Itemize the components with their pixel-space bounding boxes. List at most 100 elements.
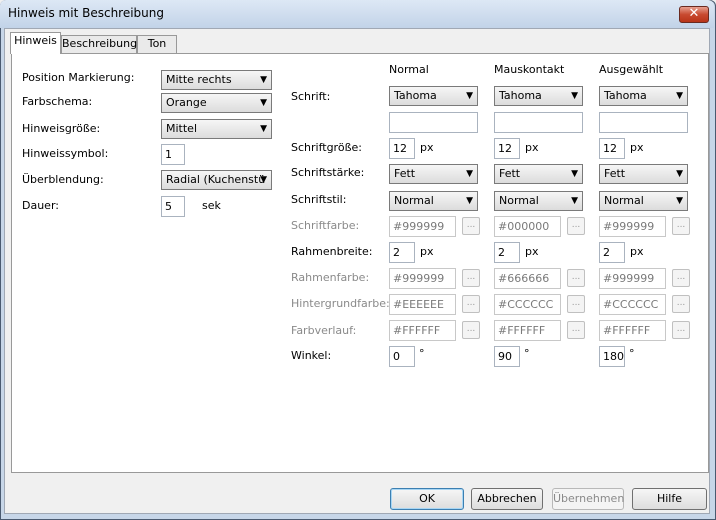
font-size-label: Schriftgröße: <box>291 141 362 154</box>
font-size-input-selected[interactable]: 12 <box>599 138 625 159</box>
gradient-input-selected[interactable]: #FFFFFF <box>599 320 666 341</box>
gradient-picker-button-selected[interactable]: ... <box>672 321 690 339</box>
angle-unit: ° <box>524 347 530 360</box>
font-style-select-selected[interactable]: Normal ▼ <box>599 191 688 211</box>
font-extra-input-hover[interactable] <box>494 112 583 133</box>
border-width-unit: px <box>630 245 644 258</box>
border-width-label: Rahmenbreite: <box>291 245 373 258</box>
font-size-input-normal[interactable]: 12 <box>389 138 415 159</box>
gradient-input-normal[interactable]: #FFFFFF <box>389 320 456 341</box>
background-color-input-hover[interactable]: #CCCCCC <box>494 294 561 315</box>
duration-input[interactable]: 5 <box>161 196 185 217</box>
tab-ton[interactable]: Ton <box>137 35 177 53</box>
position-select[interactable]: Mitte rechts ▼ <box>161 70 272 90</box>
size-value: Mittel <box>166 122 197 135</box>
cancel-button[interactable]: Abbrechen <box>471 488 543 510</box>
symbol-input[interactable]: 1 <box>161 144 185 165</box>
font-value: Tahoma <box>394 89 437 102</box>
font-style-value: Normal <box>499 194 539 207</box>
font-color-picker-button-normal[interactable]: ... <box>462 217 480 235</box>
transition-label: Überblendung: <box>22 173 104 186</box>
border-color-input-selected[interactable]: #999999 <box>599 268 666 289</box>
ok-button[interactable]: OK <box>390 488 464 510</box>
font-color-label: Schriftfarbe: <box>291 219 360 232</box>
font-size-unit: px <box>420 141 434 154</box>
tab-label: Beschreibung <box>62 37 138 50</box>
column-header-normal: Normal <box>389 63 429 76</box>
font-style-select-normal[interactable]: Normal ▼ <box>389 191 478 211</box>
border-width-unit: px <box>525 245 539 258</box>
border-width-input-hover[interactable]: 2 <box>494 242 520 263</box>
close-button[interactable]: ✕ <box>679 6 709 23</box>
font-extra-input-selected[interactable] <box>599 112 688 133</box>
font-color-input-hover[interactable]: #000000 <box>494 216 561 237</box>
chevron-down-icon: ▼ <box>571 169 578 179</box>
chevron-down-icon: ▼ <box>260 98 267 108</box>
font-style-label: Schriftstil: <box>291 193 347 206</box>
border-color-label: Rahmenfarbe: <box>291 271 370 284</box>
font-select-hover[interactable]: Tahoma ▼ <box>494 86 583 106</box>
font-size-unit: px <box>630 141 644 154</box>
background-color-picker-button-hover[interactable]: ... <box>567 295 585 313</box>
background-color-picker-button-normal[interactable]: ... <box>462 295 480 313</box>
font-select-normal[interactable]: Tahoma ▼ <box>389 86 478 106</box>
font-size-input-hover[interactable]: 12 <box>494 138 520 159</box>
angle-input-hover[interactable]: 90 <box>494 346 520 367</box>
chevron-down-icon: ▼ <box>676 169 683 179</box>
column-header-selected: Ausgewählt <box>599 63 664 76</box>
chevron-down-icon: ▼ <box>260 175 267 185</box>
chevron-down-icon: ▼ <box>260 75 267 85</box>
help-button[interactable]: Hilfe <box>632 488 707 510</box>
border-color-input-normal[interactable]: #999999 <box>389 268 456 289</box>
font-select-selected[interactable]: Tahoma ▼ <box>599 86 688 106</box>
font-weight-select-normal[interactable]: Fett ▼ <box>389 164 478 184</box>
background-color-picker-button-selected[interactable]: ... <box>672 295 690 313</box>
border-color-picker-button-selected[interactable]: ... <box>672 269 690 287</box>
border-color-input-hover[interactable]: #666666 <box>494 268 561 289</box>
color-scheme-select[interactable]: Orange ▼ <box>161 93 272 113</box>
color-scheme-value: Orange <box>166 96 207 109</box>
font-style-value: Normal <box>394 194 434 207</box>
font-extra-input-normal[interactable] <box>389 112 478 133</box>
gradient-picker-button-hover[interactable]: ... <box>567 321 585 339</box>
font-label: Schrift: <box>291 90 331 103</box>
gradient-label: Farbverlauf: <box>291 324 357 337</box>
angle-input-normal[interactable]: 0 <box>389 346 415 367</box>
font-color-input-selected[interactable]: #999999 <box>599 216 666 237</box>
transition-select[interactable]: Radial (Kuchenstü ▼ <box>161 170 272 190</box>
chevron-down-icon: ▼ <box>676 91 683 101</box>
font-weight-select-hover[interactable]: Fett ▼ <box>494 164 583 184</box>
font-weight-select-selected[interactable]: Fett ▼ <box>599 164 688 184</box>
chevron-down-icon: ▼ <box>676 196 683 206</box>
angle-unit: ° <box>419 347 425 360</box>
font-color-picker-button-selected[interactable]: ... <box>672 217 690 235</box>
background-color-input-selected[interactable]: #CCCCCC <box>599 294 666 315</box>
background-color-input-normal[interactable]: #EEEEEE <box>389 294 456 315</box>
font-weight-value: Fett <box>499 167 521 180</box>
gradient-input-hover[interactable]: #FFFFFF <box>494 320 561 341</box>
size-select[interactable]: Mittel ▼ <box>161 119 272 139</box>
tab-panel-hinweis: Position Markierung: Mitte rechts ▼ Farbs… <box>11 53 709 473</box>
gradient-picker-button-normal[interactable]: ... <box>462 321 480 339</box>
border-width-input-selected[interactable]: 2 <box>599 242 625 263</box>
font-weight-label: Schriftstärke: <box>291 166 365 179</box>
tab-hinweis[interactable]: Hinweis <box>10 32 61 54</box>
tab-label: Hinweis <box>14 34 57 47</box>
close-icon: ✕ <box>688 6 700 21</box>
tab-beschreibung[interactable]: Beschreibung <box>61 35 137 53</box>
duration-label: Dauer: <box>22 199 59 212</box>
font-color-picker-button-hover[interactable]: ... <box>567 217 585 235</box>
apply-button[interactable]: Übernehmen <box>552 488 624 510</box>
column-header-hover: Mauskontakt <box>494 63 565 76</box>
border-width-input-normal[interactable]: 2 <box>389 242 415 263</box>
symbol-label: Hinweissymbol: <box>22 147 109 160</box>
angle-input-selected[interactable]: 180 <box>599 346 625 367</box>
transition-value: Radial (Kuchenstü <box>166 173 266 186</box>
border-color-picker-button-hover[interactable]: ... <box>567 269 585 287</box>
border-width-unit: px <box>420 245 434 258</box>
angle-unit: ° <box>629 347 635 360</box>
font-color-input-normal[interactable]: #999999 <box>389 216 456 237</box>
border-color-picker-button-normal[interactable]: ... <box>462 269 480 287</box>
font-style-value: Normal <box>604 194 644 207</box>
font-style-select-hover[interactable]: Normal ▼ <box>494 191 583 211</box>
